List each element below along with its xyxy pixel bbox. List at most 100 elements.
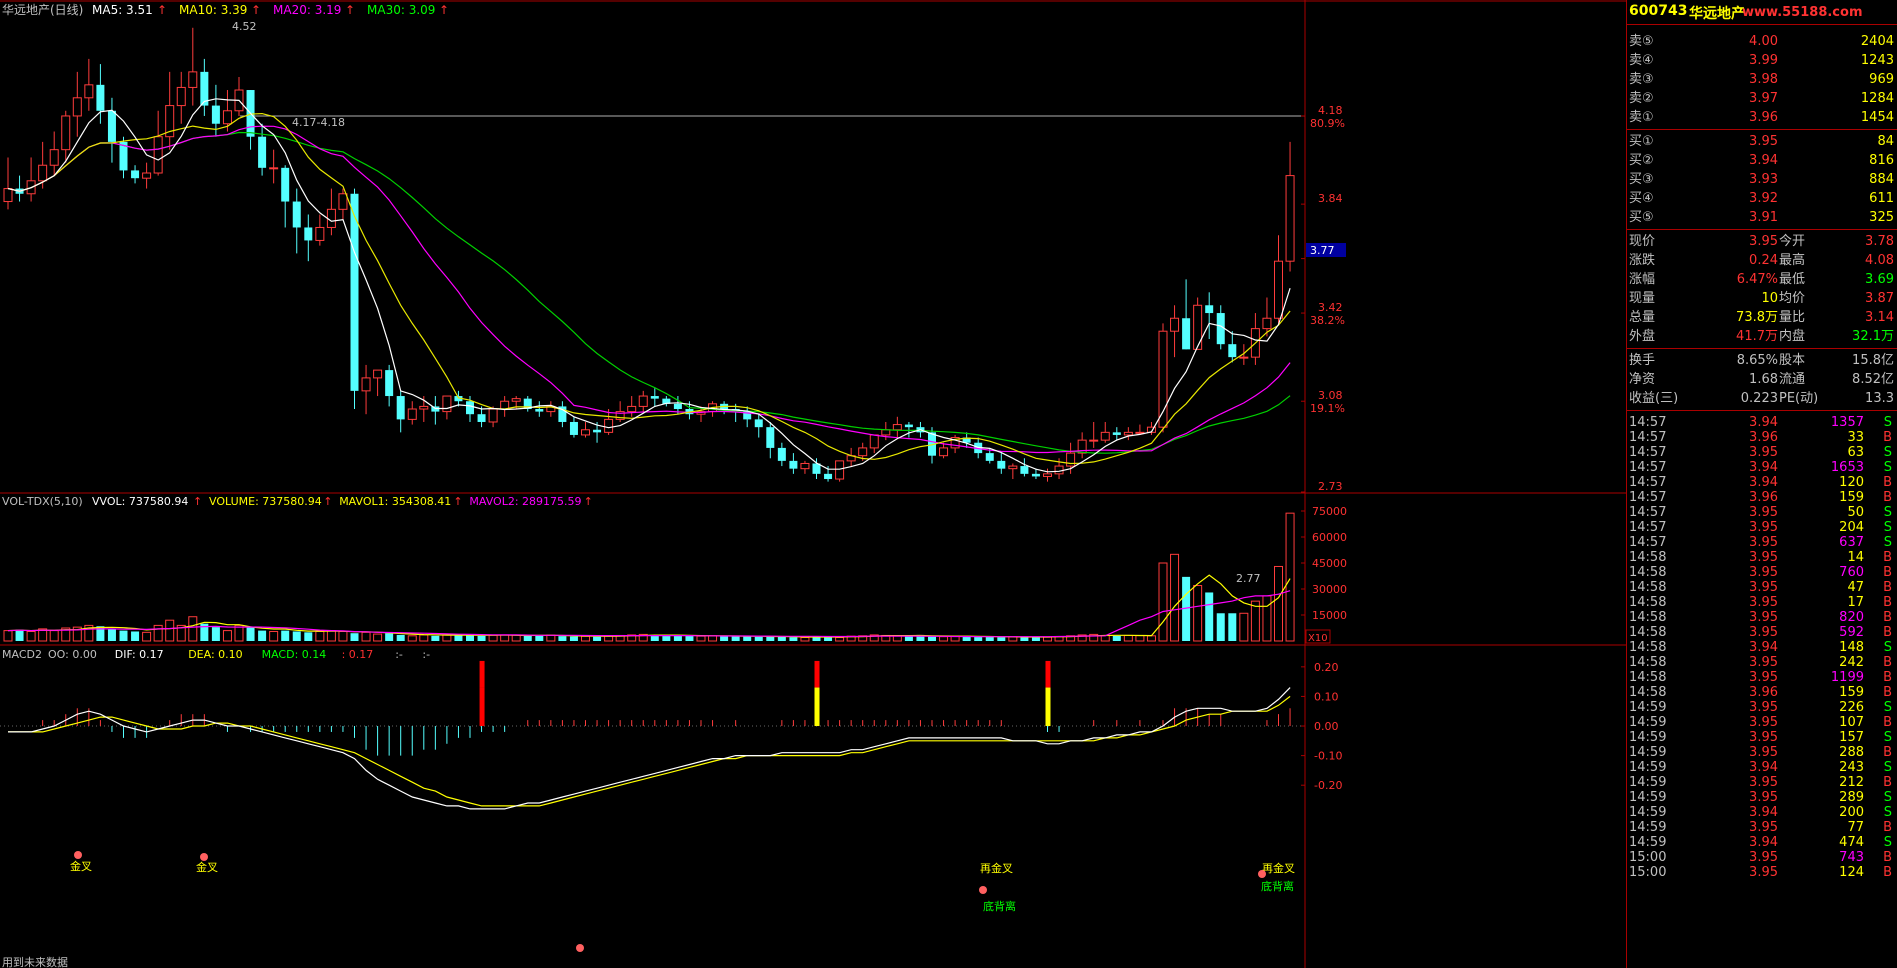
bid-volume: 816 (1869, 153, 1894, 168)
stat-label: 换手 (1629, 353, 1656, 368)
ask-price: 4.00 (1749, 34, 1778, 49)
volume-bar-up (1274, 565, 1283, 642)
vol-legend-0: VVOL: 737580.94 (92, 495, 188, 508)
candle-body-down (997, 460, 1006, 469)
current-price-label: 3.77 (1310, 244, 1335, 257)
quote-header: 600743 华远地产 www.55188.com (1627, 0, 1897, 25)
candle-body-down (385, 370, 394, 397)
macd-legend-1: DIF: 0.17 (115, 648, 164, 661)
volume-bar-up (442, 634, 452, 642)
bid-label: 买① (1629, 134, 1654, 149)
candle-body-up (638, 395, 648, 407)
volume-bar-up (696, 635, 706, 642)
ask-volume: 2404 (1860, 34, 1894, 49)
candle-body-down (1205, 305, 1214, 314)
bid-price: 3.94 (1749, 153, 1778, 168)
kline-chart[interactable]: 4.1880.9%3.843.633.4238.2%3.0819.1%2.733… (0, 0, 1626, 968)
bid-price: 3.95 (1749, 134, 1778, 149)
candle-body-up (222, 110, 232, 125)
volume-tick-label: 75000 (1312, 505, 1347, 518)
price-tick-label: 3.08 (1318, 389, 1343, 402)
candle-body-up (1239, 356, 1249, 359)
bid-volume: 884 (1869, 172, 1894, 187)
bid-volume: 84 (1877, 134, 1894, 149)
volume-bar-up (26, 630, 36, 642)
volume-tick-label: 15000 (1312, 609, 1347, 622)
volume-bar-up (1193, 585, 1203, 642)
stat-value: 8.65% (1736, 353, 1778, 368)
stat-label: 收益(三) (1629, 391, 1679, 406)
x10-label: X10 (1308, 633, 1328, 644)
candle-body-down (131, 170, 140, 179)
stat-label: 均价 (1779, 291, 1806, 306)
volume-bar-up (708, 635, 718, 642)
price-pct-label: 38.2% (1310, 314, 1345, 327)
bid-price: 3.92 (1749, 191, 1778, 206)
stat-label: 股本 (1779, 353, 1806, 368)
stat-label: 最低 (1779, 272, 1806, 287)
candle-body-down (1182, 318, 1191, 350)
volume-bar-down (1020, 637, 1029, 641)
stat-label: PE(动) (1779, 391, 1819, 406)
volume-bar-up (1123, 634, 1133, 642)
candle-body-up (488, 408, 498, 423)
stat-row: 现价 3.95 今开 3.78 (1627, 232, 1897, 251)
up-arrow-icon: ↑ (157, 3, 167, 17)
candle-body-up (442, 395, 452, 413)
macd-tick-label: -0.20 (1314, 779, 1342, 792)
price-pct-label: 19.1% (1310, 402, 1345, 415)
volume-bar-up (419, 634, 429, 642)
volume-bar-down (569, 636, 578, 641)
signal-dot (74, 851, 82, 859)
candle-body-up (326, 208, 336, 228)
candle-body-up (881, 429, 891, 436)
zone-label: 4.17-4.18 (292, 116, 345, 129)
bid-price: 3.91 (1749, 210, 1778, 225)
candle-body-down (396, 396, 405, 420)
volume-bar-up (1170, 553, 1180, 642)
volume-bar-down (1216, 613, 1225, 641)
ask-label: 卖⑤ (1629, 34, 1654, 49)
stat-label: 内盘 (1779, 329, 1806, 344)
volume-bar-down (477, 635, 486, 641)
up-arrow-icon: ↑ (439, 3, 449, 17)
ma-legend-0: MA5: 3.51 (92, 3, 153, 17)
volume-bar-up (500, 634, 510, 642)
macd-tick-label: 0.00 (1314, 720, 1339, 733)
candle-body-up (939, 447, 949, 457)
macd-tick-label: 0.20 (1314, 661, 1339, 674)
up-arrow-icon: ↑ (323, 495, 332, 508)
stat-value: 8.52亿 (1852, 372, 1894, 387)
candle-body-up (1066, 452, 1076, 467)
bid-row: 买② 3.94 816 (1627, 151, 1897, 170)
volume-bar-up (165, 619, 175, 642)
stat-row: 涨幅 6.47% 最低 3.69 (1627, 270, 1897, 289)
ask-price: 3.99 (1749, 53, 1778, 68)
candle-body-up (1274, 260, 1283, 319)
volume-bar-down (789, 637, 798, 641)
candle-body-down (754, 419, 763, 428)
macd-legend-2: DEA: 0.10 (188, 648, 242, 661)
separator (1627, 129, 1897, 130)
macd-legend-6: :- (422, 648, 430, 661)
bid-label: 买③ (1629, 172, 1654, 187)
candle-body-down (1216, 313, 1225, 345)
volume-bar-up (234, 624, 244, 642)
volume-tick-label: 30000 (1312, 583, 1347, 596)
stat-label: 现量 (1629, 291, 1656, 306)
stat-label: 最高 (1779, 253, 1806, 268)
volume-bar-down (754, 636, 763, 641)
volume-bar-up (326, 630, 336, 642)
candle-body-up (361, 377, 371, 392)
signal-dot (576, 944, 584, 952)
stat-value: 3.14 (1865, 310, 1894, 325)
stock-code: 600743 (1629, 3, 1688, 19)
up-arrow-icon: ↑ (193, 495, 202, 508)
candle-body-down (904, 424, 913, 428)
ask-row: 卖④ 3.99 1243 (1627, 51, 1897, 70)
stat-value: 3.95 (1749, 234, 1778, 249)
price-pct-label: 80.9% (1310, 117, 1345, 130)
candle-body-up (407, 408, 417, 420)
vol-legend-1: VOLUME: 737580.94 (209, 495, 322, 508)
stat-value: 0.223 (1740, 391, 1778, 406)
